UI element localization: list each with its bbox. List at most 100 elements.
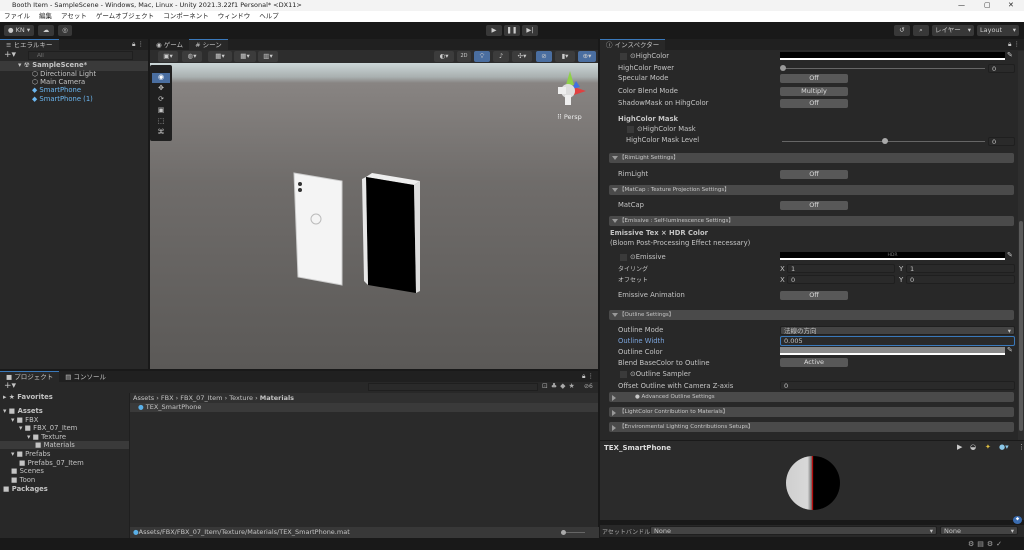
- lighting-toggle[interactable]: 💡︎: [474, 51, 490, 62]
- tiling-x-field[interactable]: 1: [787, 264, 895, 273]
- rimlight-button[interactable]: Off: [780, 170, 848, 179]
- hierarchy-search-input[interactable]: [28, 51, 133, 60]
- label-tag-icon[interactable]: ⬥: [1013, 516, 1022, 524]
- preview-play-icon[interactable]: ▶: [957, 443, 962, 451]
- preview-mesh-icon[interactable]: ◒: [970, 443, 976, 451]
- hierarchy-item[interactable]: ⬡ Directional Light: [32, 70, 96, 78]
- tab-scene[interactable]: # シーン: [189, 39, 228, 50]
- rect-tool-icon[interactable]: ⬚: [152, 117, 170, 127]
- layers-dropdown[interactable]: レイヤー ▾: [932, 25, 974, 36]
- close-button[interactable]: ✕: [1008, 0, 1014, 11]
- menu-assets[interactable]: アセット: [61, 12, 87, 20]
- create-button[interactable]: +▾: [4, 381, 16, 391]
- eyedropper-icon[interactable]: ✎: [1007, 251, 1013, 259]
- preview-shape-icon[interactable]: ●▾: [999, 443, 1009, 451]
- hierarchy-item[interactable]: ◆ SmartPhone (1): [32, 95, 93, 103]
- menu-edit[interactable]: 編集: [39, 12, 52, 20]
- rimlight-section[interactable]: 【RimLight Settings】: [609, 153, 1014, 163]
- smartphone-models[interactable]: [290, 169, 420, 304]
- inspector-scrollbar[interactable]: [1018, 51, 1024, 440]
- folder-item[interactable]: ■ Materials: [0, 441, 129, 449]
- layout-dropdown[interactable]: Layout ▾: [977, 25, 1019, 36]
- account-button[interactable]: ● KN ▾: [4, 25, 34, 36]
- minimize-button[interactable]: —: [958, 0, 965, 11]
- breadcrumb-item[interactable]: Materials: [260, 394, 294, 402]
- emissive-section[interactable]: 【Emissive : Self-luminescence Settings】: [609, 216, 1014, 226]
- add-button[interactable]: +▾: [4, 50, 16, 60]
- matcap-button[interactable]: Off: [780, 201, 848, 210]
- menu-component[interactable]: コンポーネント: [163, 12, 209, 20]
- material-preview-sphere[interactable]: [786, 456, 840, 510]
- orientation-button[interactable]: ◐▾: [434, 51, 454, 62]
- emissive-hdr-swatch[interactable]: HDR: [780, 252, 1005, 260]
- highcolor-power-field[interactable]: 0: [988, 64, 1015, 73]
- menu-help[interactable]: ヘルプ: [259, 12, 279, 20]
- filter-icons[interactable]: ⊡♣◆★: [542, 382, 578, 390]
- tab-inspector[interactable]: ⓘ インスペクター: [600, 39, 666, 50]
- outline-width-field[interactable]: 0.005: [780, 336, 1015, 346]
- matcap-section[interactable]: 【MatCap : Texture Projection Settings】: [609, 185, 1014, 195]
- status-icons[interactable]: ⚙▤⚙✓: [968, 540, 1005, 548]
- orientation-gizmo[interactable]: [550, 67, 590, 111]
- 2d-toggle[interactable]: 2D: [457, 51, 471, 62]
- history-icon[interactable]: ↺: [894, 25, 910, 36]
- advanced-outline-section[interactable]: ● Advanced Outline Settings: [609, 392, 1014, 402]
- view-tool-icon[interactable]: ◉: [152, 73, 170, 83]
- eyedropper-icon[interactable]: ✎: [1007, 51, 1013, 59]
- lock-icon[interactable]: 🔒︎ ⋮: [1008, 39, 1020, 50]
- env-lighting-section[interactable]: 【Environmental Lighting Contributions Se…: [609, 422, 1014, 432]
- outline-color-swatch[interactable]: [780, 347, 1005, 355]
- highcolor-label[interactable]: ⊙HighColor: [620, 52, 669, 60]
- color-blend-button[interactable]: Multiply: [780, 87, 848, 96]
- menu-file[interactable]: ファイル: [4, 12, 30, 20]
- gizmos-button[interactable]: ⊕▾: [578, 51, 596, 62]
- assetbundle-name-dropdown[interactable]: None ▾: [650, 526, 937, 535]
- search-icon[interactable]: ⌕: [913, 25, 929, 36]
- emissive-label[interactable]: ⊙Emissive: [620, 253, 666, 261]
- preview-light-icon[interactable]: ✦: [985, 443, 991, 451]
- tab-hierarchy[interactable]: ≡ ヒエラルキー: [0, 39, 59, 50]
- folder-item[interactable]: ▾ ■ FBX_07_Item: [19, 424, 77, 432]
- outline-sampler-label[interactable]: ⊙Outline Sampler: [620, 370, 691, 378]
- menu-window[interactable]: ウィンドウ: [218, 12, 251, 20]
- menu-gameobject[interactable]: ゲームオブジェクト: [96, 12, 154, 20]
- render-mode-button[interactable]: ◍▾: [182, 51, 202, 62]
- mask-level-field[interactable]: 0: [988, 137, 1015, 146]
- camera-button[interactable]: ▮▾: [555, 51, 575, 62]
- asset-item[interactable]: ● TEX_SmartPhone: [130, 403, 598, 412]
- offset-y-field[interactable]: 0: [906, 275, 1015, 284]
- blend-basecolor-button[interactable]: Active: [780, 358, 848, 367]
- assetbundle-variant-dropdown[interactable]: None ▾: [940, 526, 1018, 535]
- scale-tool-icon[interactable]: ▣: [152, 106, 170, 116]
- tab-console[interactable]: ▤ コンソール: [59, 372, 112, 383]
- outline-section[interactable]: 【Outline Settings】: [609, 310, 1014, 320]
- breadcrumb-item[interactable]: FBX: [161, 394, 174, 402]
- offset-outline-field[interactable]: 0: [780, 381, 1015, 390]
- folder-item[interactable]: ■ Packages: [3, 485, 48, 493]
- highcolor-power-slider[interactable]: [782, 68, 985, 69]
- outline-mode-dropdown[interactable]: 法線の方向 ▾: [780, 326, 1015, 335]
- move-tool-icon[interactable]: ✥: [152, 84, 170, 94]
- scrollbar-thumb[interactable]: [1019, 221, 1023, 431]
- hidden-toggle[interactable]: ⊘: [536, 51, 552, 62]
- lightcolor-section[interactable]: 【LightColor Contribution to Materials】: [609, 407, 1014, 417]
- slider-handle[interactable]: [780, 65, 786, 71]
- slider-handle[interactable]: [561, 530, 566, 535]
- collab-icon[interactable]: ◎: [58, 25, 72, 36]
- tiling-y-field[interactable]: 1: [906, 264, 1015, 273]
- grid-snap-button[interactable]: ▦▾: [208, 51, 232, 62]
- breadcrumb-item[interactable]: Texture: [229, 394, 253, 402]
- emissive-anim-button[interactable]: Off: [780, 291, 848, 300]
- folder-item[interactable]: ▾ ■ FBX: [11, 416, 38, 424]
- audio-toggle[interactable]: ♪: [493, 51, 509, 62]
- slider-handle[interactable]: [881, 138, 888, 144]
- maximize-button[interactable]: ▢: [984, 0, 991, 11]
- transform-tool-icon[interactable]: ⌘: [152, 128, 170, 138]
- play-button[interactable]: ▶: [486, 25, 502, 36]
- rotate-tool-icon[interactable]: ⟳: [152, 95, 170, 105]
- effects-button[interactable]: ✣▾: [512, 51, 532, 62]
- specular-mode-button[interactable]: Off: [780, 74, 848, 83]
- project-search-input[interactable]: [368, 383, 538, 391]
- folder-item[interactable]: ▾ ■ Assets: [3, 407, 43, 415]
- folder-item[interactable]: ■ Toon: [11, 476, 35, 484]
